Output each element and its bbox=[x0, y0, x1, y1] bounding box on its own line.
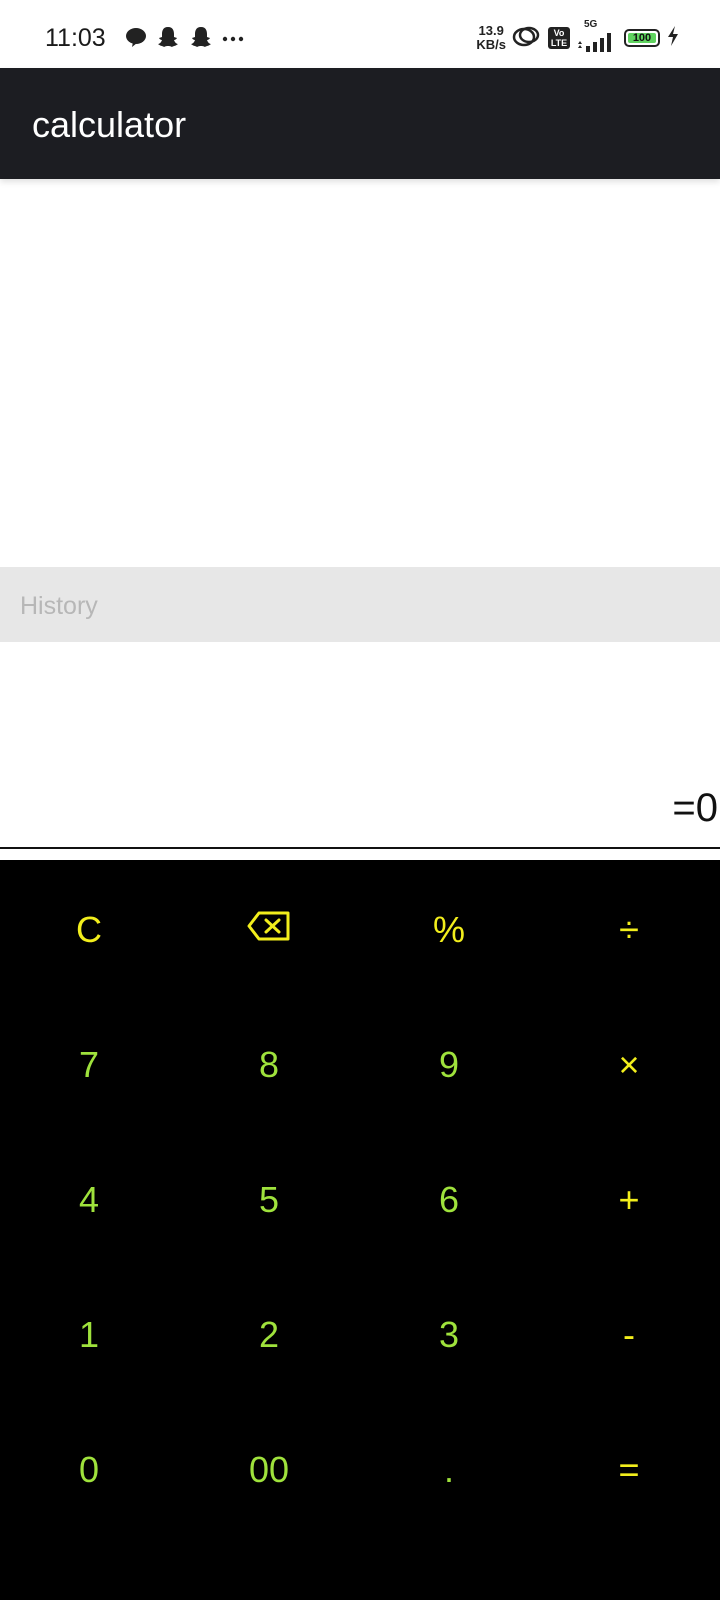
digit-0-button[interactable]: 0 bbox=[19, 1420, 159, 1520]
clear-button[interactable]: C bbox=[19, 880, 159, 980]
notification-icons bbox=[125, 25, 244, 53]
digit-4-button[interactable]: 4 bbox=[19, 1150, 159, 1250]
signal-strength-icon: 5G bbox=[576, 19, 618, 52]
network-speed: 13.9 KB/s bbox=[476, 24, 506, 52]
double-zero-button[interactable]: 00 bbox=[199, 1420, 339, 1520]
digit-3-button[interactable]: 3 bbox=[379, 1285, 519, 1385]
volte-icon: Vo LTE bbox=[548, 27, 570, 49]
status-time: 11:03 bbox=[45, 24, 106, 52]
network-speed-value: 13.9 bbox=[478, 23, 504, 38]
charging-icon bbox=[666, 25, 680, 52]
volte-bottom: LTE bbox=[550, 38, 568, 48]
subtract-button[interactable]: - bbox=[559, 1285, 699, 1385]
network-speed-unit: KB/s bbox=[476, 37, 506, 52]
app-title: calculator bbox=[32, 104, 187, 145]
percent-button[interactable]: % bbox=[379, 880, 519, 980]
battery-level: 100 bbox=[632, 32, 652, 44]
status-bar: 11:03 13.9 KB/s Vo LTE 5G 100 bbox=[0, 0, 720, 68]
digit-8-button[interactable]: 8 bbox=[199, 1015, 339, 1115]
divide-button[interactable]: ÷ bbox=[559, 880, 699, 980]
system-icons: 13.9 KB/s Vo LTE 5G 100 bbox=[476, 19, 680, 54]
more-notifications-icon bbox=[222, 30, 244, 48]
volte-top: Vo bbox=[553, 28, 565, 38]
history-label: History bbox=[20, 592, 98, 620]
snapchat-ghost-icon-2 bbox=[189, 25, 213, 54]
multiply-button[interactable]: × bbox=[559, 1015, 699, 1115]
digit-5-button[interactable]: 5 bbox=[199, 1150, 339, 1250]
result-display: =0 bbox=[672, 786, 718, 830]
backspace-icon bbox=[247, 909, 291, 951]
add-button[interactable]: + bbox=[559, 1150, 699, 1250]
digit-2-button[interactable]: 2 bbox=[199, 1285, 339, 1385]
divider bbox=[0, 847, 720, 849]
digit-1-button[interactable]: 1 bbox=[19, 1285, 159, 1385]
app-bar: calculator bbox=[0, 68, 720, 179]
snapchat-ghost-icon bbox=[156, 25, 180, 54]
equals-button[interactable]: = bbox=[559, 1420, 699, 1520]
chat-bubble-icon bbox=[125, 26, 147, 53]
decimal-point-button[interactable]: . bbox=[379, 1420, 519, 1520]
keypad: C % ÷ 7 8 9 × 4 5 6 + 1 2 3 - 0 00 . = bbox=[0, 860, 720, 1600]
network-type: 5G bbox=[584, 19, 598, 30]
digit-7-button[interactable]: 7 bbox=[19, 1015, 159, 1115]
digit-9-button[interactable]: 9 bbox=[379, 1015, 519, 1115]
digit-6-button[interactable]: 6 bbox=[379, 1150, 519, 1250]
history-bar[interactable]: History bbox=[0, 567, 720, 642]
hotspot-link-icon bbox=[512, 24, 542, 53]
backspace-button[interactable] bbox=[199, 880, 339, 980]
battery-icon: 100 bbox=[624, 29, 660, 47]
